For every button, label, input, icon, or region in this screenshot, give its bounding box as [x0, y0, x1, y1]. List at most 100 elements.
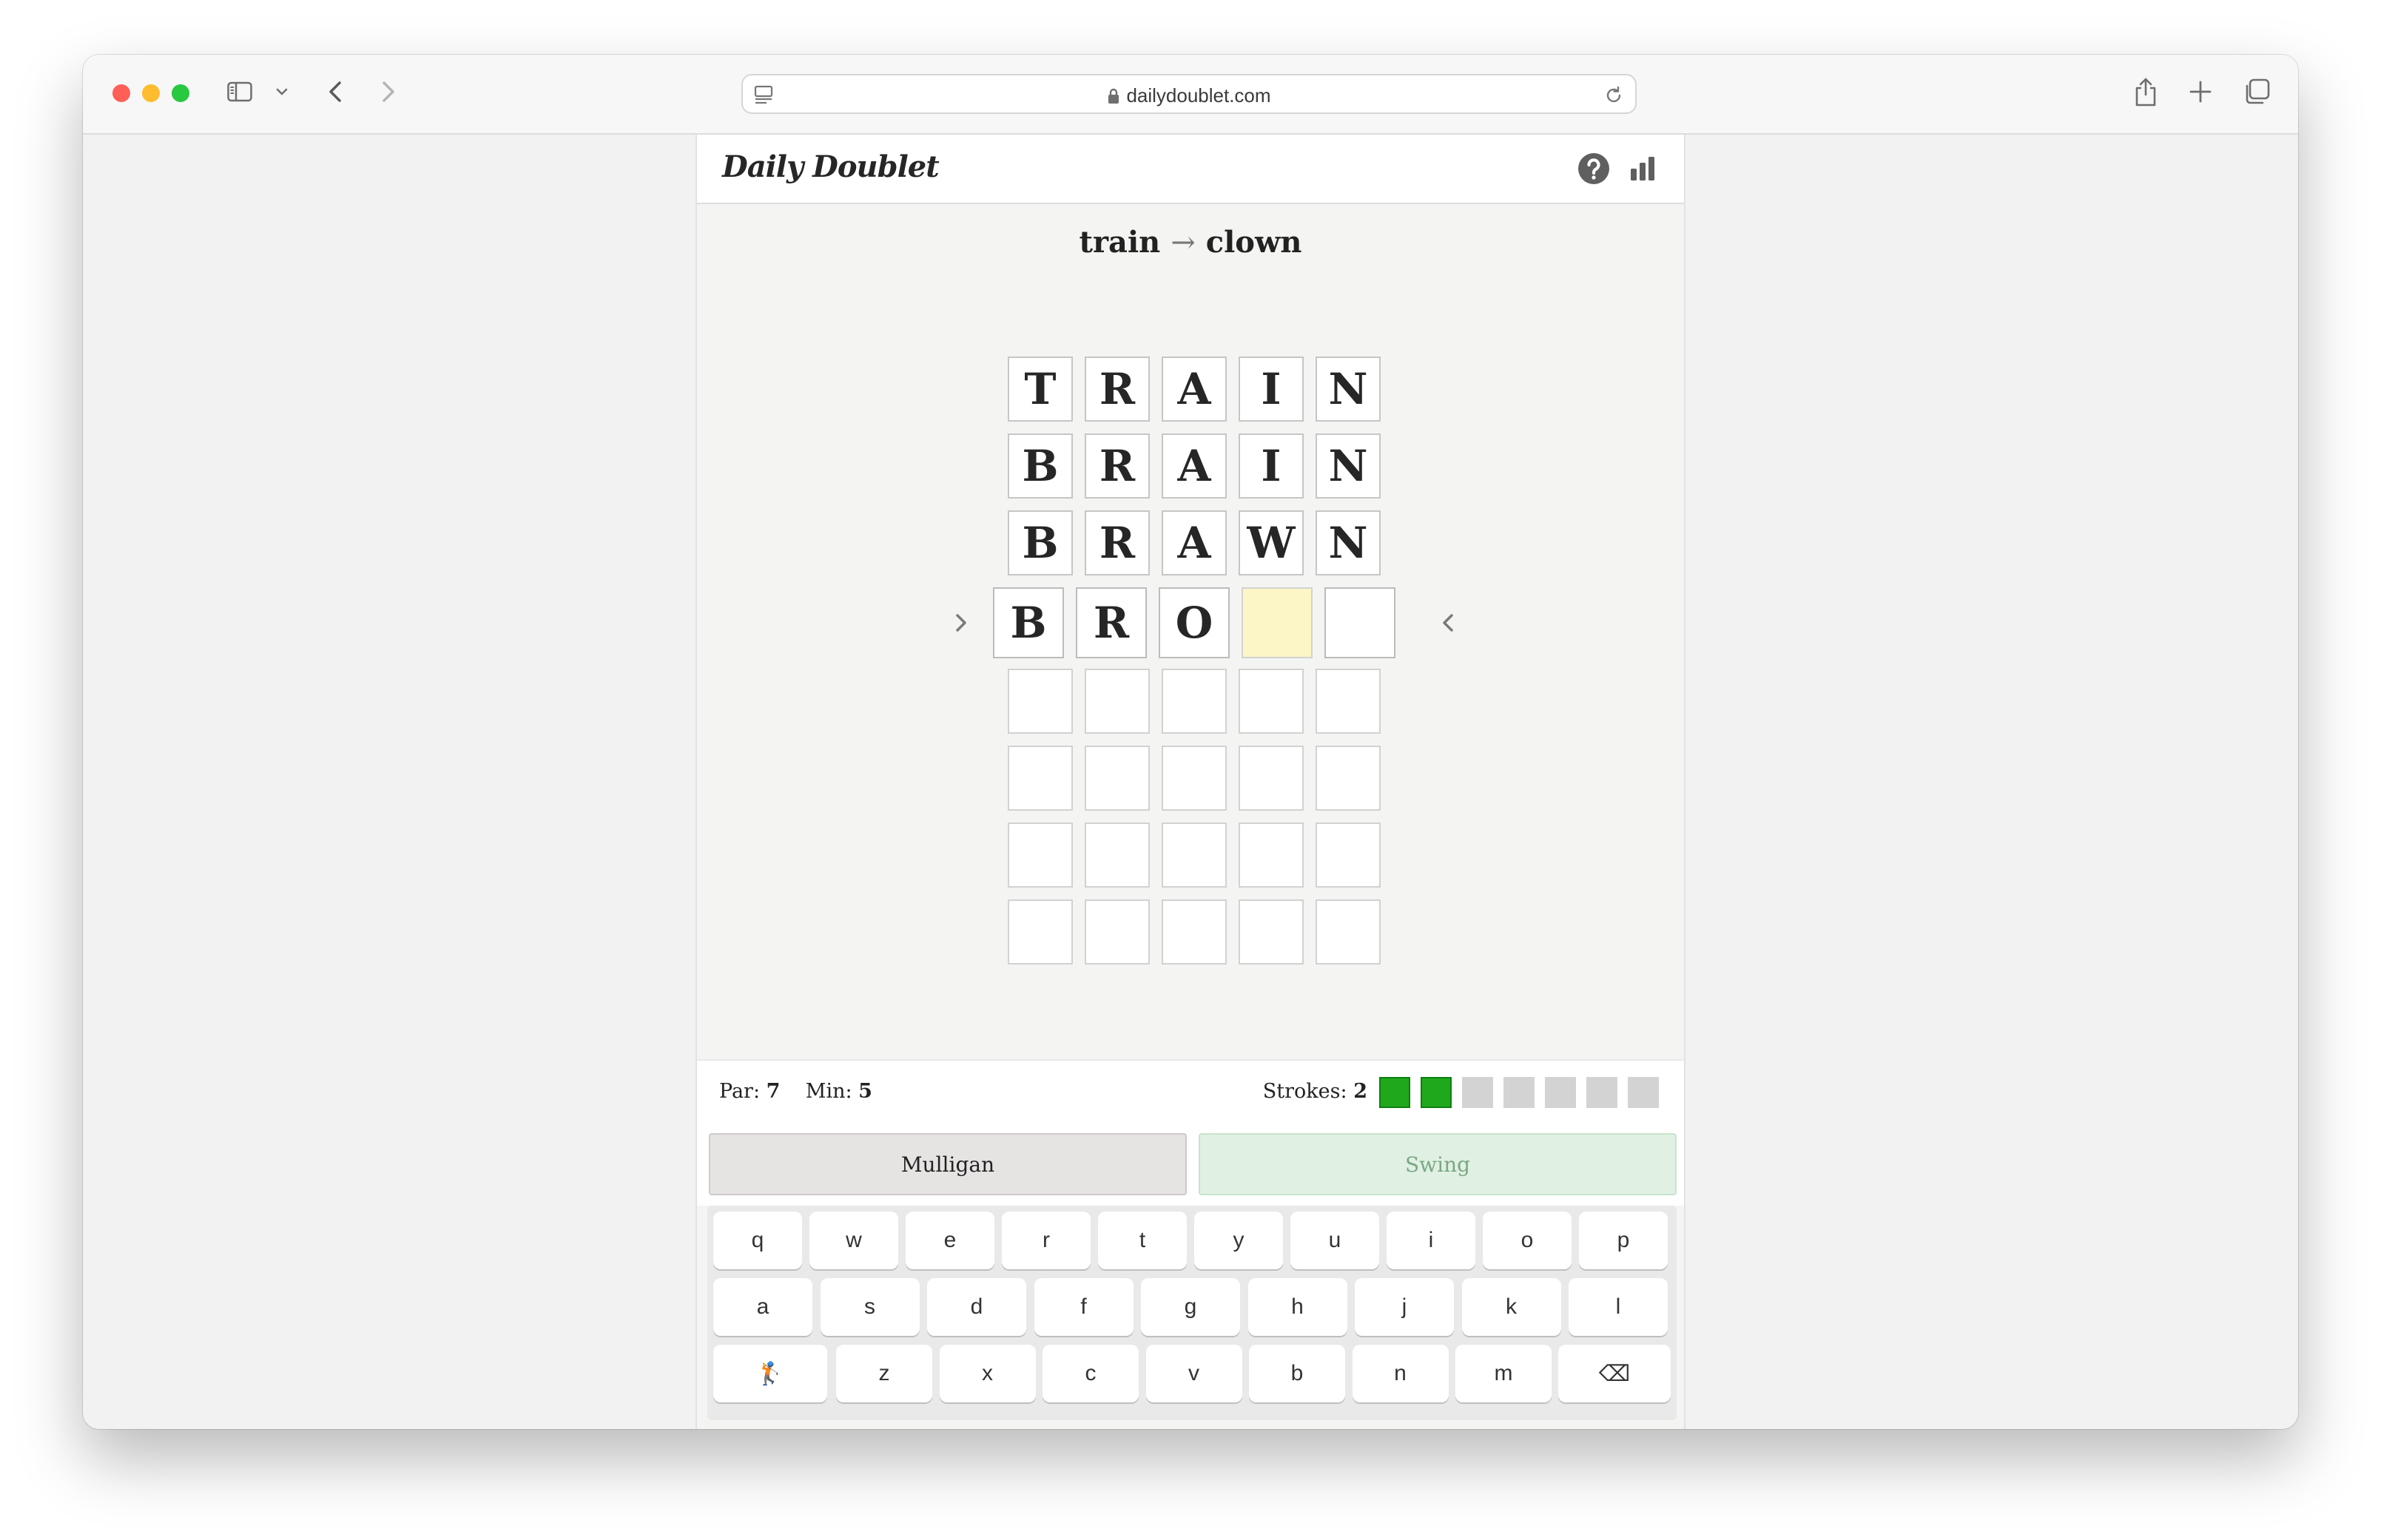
letter-tile: N	[1316, 510, 1381, 575]
key-d[interactable]: d	[927, 1278, 1026, 1336]
tab-overview-icon[interactable]	[2242, 77, 2271, 107]
key-m[interactable]: m	[1455, 1345, 1552, 1402]
letter-tile	[1239, 746, 1304, 811]
stroke-box-empty	[1586, 1077, 1617, 1108]
letter-tile	[1239, 823, 1304, 888]
lock-icon	[1108, 88, 1119, 104]
key-t[interactable]: t	[1098, 1212, 1187, 1269]
stroke-box-empty	[1545, 1077, 1576, 1108]
par-value: 7	[766, 1080, 781, 1103]
key-s[interactable]: s	[820, 1278, 920, 1336]
strokes-label: Strokes:	[1262, 1080, 1347, 1103]
key-c[interactable]: c	[1043, 1345, 1139, 1402]
stroke-box-filled	[1379, 1077, 1410, 1108]
strokes-info: Strokes: 2	[1263, 1080, 1367, 1103]
key-l[interactable]: l	[1569, 1278, 1668, 1336]
key-p[interactable]: p	[1579, 1212, 1668, 1269]
key-k[interactable]: k	[1461, 1278, 1561, 1336]
letter-tile: B	[1008, 433, 1073, 499]
letter-tile	[1162, 669, 1227, 734]
letter-tile	[1162, 823, 1227, 888]
back-icon[interactable]	[321, 77, 351, 107]
key-n[interactable]: n	[1352, 1345, 1449, 1402]
chevron-down-icon[interactable]	[274, 81, 290, 102]
arrow-icon: →	[1171, 226, 1196, 260]
address-bar[interactable]: dailydoublet.com	[741, 74, 1637, 114]
letter-tile	[1316, 746, 1381, 811]
letter-tile: N	[1316, 433, 1381, 499]
letter-tile	[1085, 823, 1150, 888]
zoom-window-button[interactable]	[172, 84, 189, 102]
key-e[interactable]: e	[906, 1212, 994, 1269]
letter-tile	[1085, 746, 1150, 811]
letter-tile	[1162, 899, 1227, 965]
game-app: Daily Doublet train → clown TRAINBRAINBRAW…	[696, 135, 1685, 1429]
golfer-key[interactable]: 🏌	[713, 1345, 827, 1402]
letter-tile	[1162, 746, 1227, 811]
key-i[interactable]: i	[1387, 1212, 1475, 1269]
action-bar: Mulligan Swing	[697, 1123, 1684, 1206]
mulligan-button[interactable]: Mulligan	[709, 1133, 1187, 1195]
puzzle-prompt: train → clown	[697, 225, 1684, 260]
on-screen-keyboard: q w e r t y u i o p a s d f g h j k l 🏌 z x c v b n m ⌫	[707, 1206, 1677, 1420]
letter-tile	[1085, 899, 1150, 965]
swing-button[interactable]: Swing	[1199, 1133, 1677, 1195]
key-o[interactable]: o	[1483, 1212, 1572, 1269]
key-a[interactable]: a	[713, 1278, 812, 1336]
letter-tile	[1316, 899, 1381, 965]
letter-tile	[1008, 823, 1073, 888]
key-z[interactable]: z	[836, 1345, 932, 1402]
key-g[interactable]: g	[1141, 1278, 1240, 1336]
minimize-window-button[interactable]	[142, 84, 160, 102]
letter-tile	[1239, 899, 1304, 965]
close-window-button[interactable]	[112, 84, 130, 102]
sidebar-toggle-icon[interactable]	[227, 81, 252, 102]
start-word: train	[1079, 225, 1161, 260]
share-icon[interactable]	[2132, 75, 2159, 108]
letter-tile	[1008, 669, 1073, 734]
key-h[interactable]: h	[1247, 1278, 1347, 1336]
active-tile[interactable]: R	[1076, 587, 1147, 658]
letter-tile: W	[1239, 510, 1304, 575]
chevron-left-icon[interactable]	[1437, 608, 1459, 638]
key-u[interactable]: u	[1290, 1212, 1379, 1269]
app-logo[interactable]: Daily Doublet	[722, 149, 940, 184]
new-tab-icon[interactable]	[2187, 78, 2214, 105]
letter-tile: R	[1085, 510, 1150, 575]
active-tile[interactable]	[1324, 587, 1395, 658]
app-header: Daily Doublet	[697, 135, 1684, 204]
target-word: clown	[1205, 225, 1302, 260]
key-b[interactable]: b	[1249, 1345, 1345, 1402]
key-v[interactable]: v	[1145, 1345, 1242, 1402]
stroke-box-empty	[1628, 1077, 1659, 1108]
stats-icon[interactable]	[1628, 154, 1657, 183]
min-label: Min:	[805, 1080, 852, 1103]
active-tile[interactable]	[1242, 587, 1313, 658]
backspace-key[interactable]: ⌫	[1558, 1345, 1671, 1402]
url-text: dailydoublet.com	[1126, 84, 1271, 107]
letter-tile: A	[1162, 510, 1227, 575]
letter-tile: I	[1239, 357, 1304, 422]
stroke-box-empty	[1503, 1077, 1535, 1108]
letter-tile: T	[1008, 357, 1073, 422]
key-w[interactable]: w	[809, 1212, 898, 1269]
letter-tile	[1239, 669, 1304, 734]
letter-tile: I	[1239, 433, 1304, 499]
letter-tile: A	[1162, 433, 1227, 499]
status-bar: Par: 7 Min: 5 Strokes: 2	[697, 1059, 1684, 1123]
active-tile[interactable]: B	[993, 587, 1064, 658]
active-tile[interactable]: O	[1159, 587, 1230, 658]
forward-icon[interactable]	[373, 77, 403, 107]
par-info: Par: 7 Min: 5	[719, 1080, 872, 1103]
reload-icon[interactable]	[1603, 84, 1625, 107]
key-r[interactable]: r	[1002, 1212, 1091, 1269]
key-f[interactable]: f	[1034, 1278, 1134, 1336]
key-q[interactable]: q	[713, 1212, 802, 1269]
key-y[interactable]: y	[1194, 1212, 1283, 1269]
key-j[interactable]: j	[1355, 1278, 1454, 1336]
min-value: 5	[858, 1080, 872, 1103]
help-icon[interactable]	[1577, 152, 1610, 185]
key-x[interactable]: x	[939, 1345, 1036, 1402]
chevron-right-icon[interactable]	[950, 608, 972, 638]
letter-tile: R	[1085, 357, 1150, 422]
